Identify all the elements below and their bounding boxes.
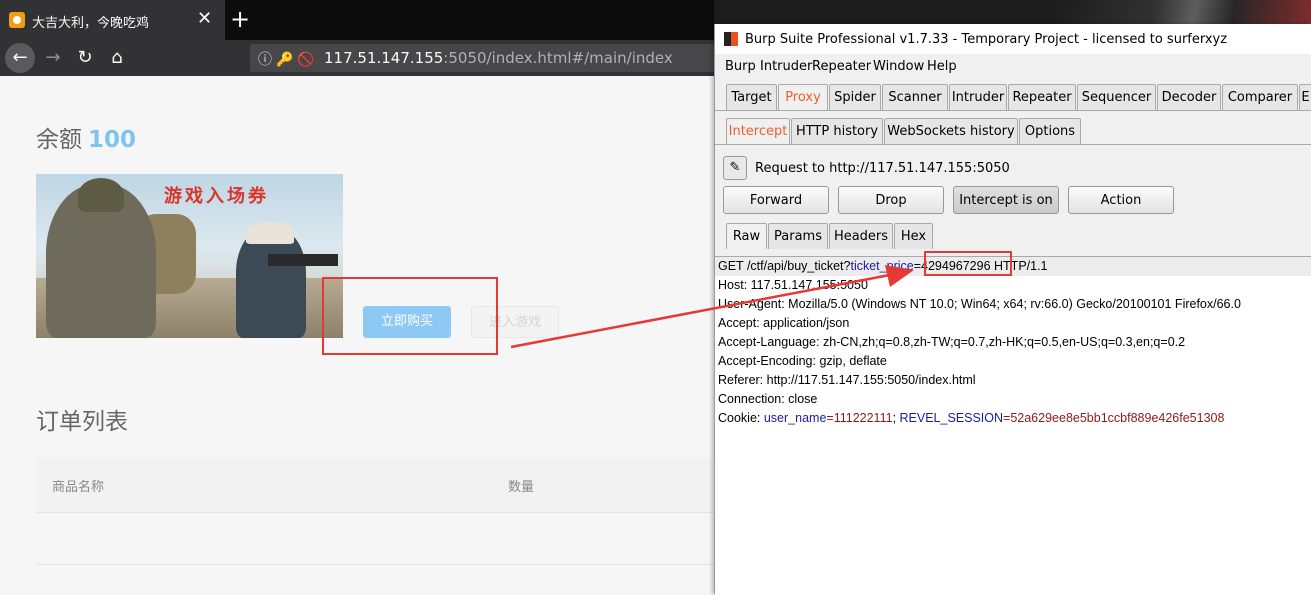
tab-intercept[interactable]: Intercept bbox=[726, 118, 790, 144]
tab-intruder[interactable]: Intruder bbox=[949, 84, 1007, 110]
http-version: HTTP/1.1 bbox=[990, 259, 1048, 273]
site-info-icon[interactable]: ⓘ🔑🚫 bbox=[258, 49, 319, 69]
tab-title: 大吉大利，今晚吃鸡 bbox=[32, 16, 150, 31]
header-line: User-Agent: Mozilla/5.0 (Windows NT 10.0… bbox=[718, 297, 1241, 311]
tab-extender[interactable]: E bbox=[1299, 84, 1311, 110]
edit-pencil-icon[interactable]: ✎ bbox=[723, 156, 747, 180]
param-value: =4294967296 bbox=[913, 259, 991, 273]
header-line: Referer: http://117.51.147.155:5050/inde… bbox=[718, 373, 976, 387]
banner-helmet bbox=[78, 178, 124, 212]
burp-logo-icon bbox=[724, 32, 738, 46]
main-tabs-divider bbox=[715, 110, 1311, 111]
url-host: 117.51.147.155 bbox=[324, 49, 444, 67]
action-button[interactable]: Action bbox=[1068, 186, 1174, 214]
web-page: 余额 100 游戏入场券 立即购买 进入游戏 订单列表 商品名称 数量 bbox=[0, 76, 720, 594]
drop-button[interactable]: Drop bbox=[838, 186, 944, 214]
forward-icon[interactable]: → bbox=[38, 43, 68, 73]
tab-raw[interactable]: Raw bbox=[726, 223, 767, 249]
request-method-path: GET /ctf/api/buy_ticket? bbox=[718, 259, 851, 273]
balance-value: 100 bbox=[88, 127, 137, 153]
tab-comparer[interactable]: Comparer bbox=[1222, 84, 1298, 110]
tab-sequencer[interactable]: Sequencer bbox=[1077, 84, 1156, 110]
request-target: Request to http://117.51.147.155:5050 bbox=[755, 161, 1010, 176]
tab-hex[interactable]: Hex bbox=[894, 223, 933, 249]
tab-decoder[interactable]: Decoder bbox=[1157, 84, 1221, 110]
tab-spider[interactable]: Spider bbox=[829, 84, 881, 110]
raw-request-editor[interactable]: GET /ctf/api/buy_ticket?ticket_price=429… bbox=[715, 256, 1311, 595]
cookie-session-key: REVEL_SESSION bbox=[899, 411, 1004, 425]
burp-title: Burp Suite Professional v1.7.33 - Tempor… bbox=[745, 32, 1228, 47]
tab-proxy[interactable]: Proxy bbox=[778, 84, 828, 110]
menu-help[interactable]: Help bbox=[927, 59, 957, 74]
home-icon[interactable]: ⌂ bbox=[102, 43, 132, 73]
balance-label: 余额 bbox=[36, 127, 82, 153]
cookie-user-value: =111222111 bbox=[826, 411, 893, 425]
browser-toolbar: ← → ↻ ⌂ ⓘ🔑🚫 117.51.147.155:5050/index.ht… bbox=[0, 40, 720, 76]
tab-repeater[interactable]: Repeater bbox=[1008, 84, 1076, 110]
intercept-toggle-button[interactable]: Intercept is on bbox=[953, 186, 1059, 214]
forward-button[interactable]: Forward bbox=[723, 186, 829, 214]
burp-window: Burp Suite Professional v1.7.33 - Tempor… bbox=[714, 24, 1311, 595]
enter-game-button[interactable]: 进入游戏 bbox=[471, 306, 559, 338]
tab-target[interactable]: Target bbox=[726, 84, 777, 110]
close-tab-icon[interactable]: ✕ bbox=[197, 8, 212, 29]
menu-repeater[interactable]: Repeater bbox=[812, 59, 871, 74]
param-name: ticket_price bbox=[850, 259, 914, 273]
order-table-divider bbox=[36, 564, 720, 565]
balance: 余额 100 bbox=[36, 120, 136, 154]
header-line: Host: 117.51.147.155:5050 bbox=[718, 278, 868, 292]
tab-http-history[interactable]: HTTP history bbox=[791, 118, 883, 144]
proxy-tabs-divider bbox=[715, 144, 1311, 145]
tab-headers[interactable]: Headers bbox=[829, 223, 893, 249]
url-path: :5050/index.html#/main/index bbox=[443, 49, 673, 67]
cookie-user-key: user_name bbox=[763, 411, 827, 425]
tab-options[interactable]: Options bbox=[1019, 118, 1081, 144]
url-text[interactable]: 117.51.147.155:5050/index.html#/main/ind… bbox=[324, 49, 673, 67]
header-line: Accept-Encoding: gzip, deflate bbox=[718, 354, 887, 368]
burp-menu-bar: Burp Intruder Repeater Window Help bbox=[715, 54, 1311, 78]
reload-icon[interactable]: ↻ bbox=[70, 43, 100, 73]
header-line: Accept: application/json bbox=[718, 316, 850, 330]
banner-soldier-2 bbox=[236, 229, 306, 338]
cookie-label: Cookie: bbox=[718, 411, 764, 425]
header-line: Accept-Language: zh-CN,zh;q=0.8,zh-TW;q=… bbox=[718, 335, 1186, 349]
browser-tab-strip: 大吉大利，今晚吃鸡 ✕ + bbox=[0, 0, 720, 40]
tab-params[interactable]: Params bbox=[768, 223, 828, 249]
menu-burp[interactable]: Burp bbox=[725, 59, 756, 74]
cookie-line: Cookie: user_name=111222111; REVEL_SESSI… bbox=[718, 409, 1224, 428]
desktop-background bbox=[714, 0, 1311, 24]
cookie-session-value: =52a629ee8e5bb1ccbf889e426fe51308 bbox=[1003, 411, 1225, 425]
tab-websockets-history[interactable]: WebSockets history bbox=[884, 118, 1018, 144]
column-product-name: 商品名称 bbox=[52, 480, 105, 495]
new-tab-icon[interactable]: + bbox=[230, 5, 250, 33]
request-line: GET /ctf/api/buy_ticket?ticket_price=429… bbox=[715, 257, 1311, 276]
back-icon[interactable]: ← bbox=[5, 43, 35, 73]
header-line: Connection: close bbox=[718, 392, 818, 406]
cookie-separator: ; bbox=[892, 411, 900, 425]
banner-text: 游戏入场券 bbox=[164, 186, 269, 207]
order-table-header: 商品名称 数量 bbox=[36, 458, 720, 513]
tab-scanner[interactable]: Scanner bbox=[882, 84, 948, 110]
menu-window[interactable]: Window bbox=[873, 59, 924, 74]
url-bar[interactable]: ⓘ🔑🚫 117.51.147.155:5050/index.html#/main… bbox=[250, 44, 720, 72]
order-list-title: 订单列表 bbox=[36, 409, 128, 435]
ticket-banner-image: 游戏入场券 bbox=[36, 174, 343, 338]
banner-gun bbox=[268, 254, 338, 266]
banner-cap bbox=[246, 222, 294, 244]
menu-intruder[interactable]: Intruder bbox=[760, 59, 812, 74]
browser-tab[interactable]: 大吉大利，今晚吃鸡 ✕ bbox=[0, 0, 225, 40]
buy-now-button[interactable]: 立即购买 bbox=[363, 306, 451, 338]
column-quantity: 数量 bbox=[508, 480, 535, 495]
background-streak bbox=[1051, 0, 1311, 24]
burp-title-bar: Burp Suite Professional v1.7.33 - Tempor… bbox=[715, 24, 1311, 54]
favicon-icon bbox=[9, 12, 25, 28]
